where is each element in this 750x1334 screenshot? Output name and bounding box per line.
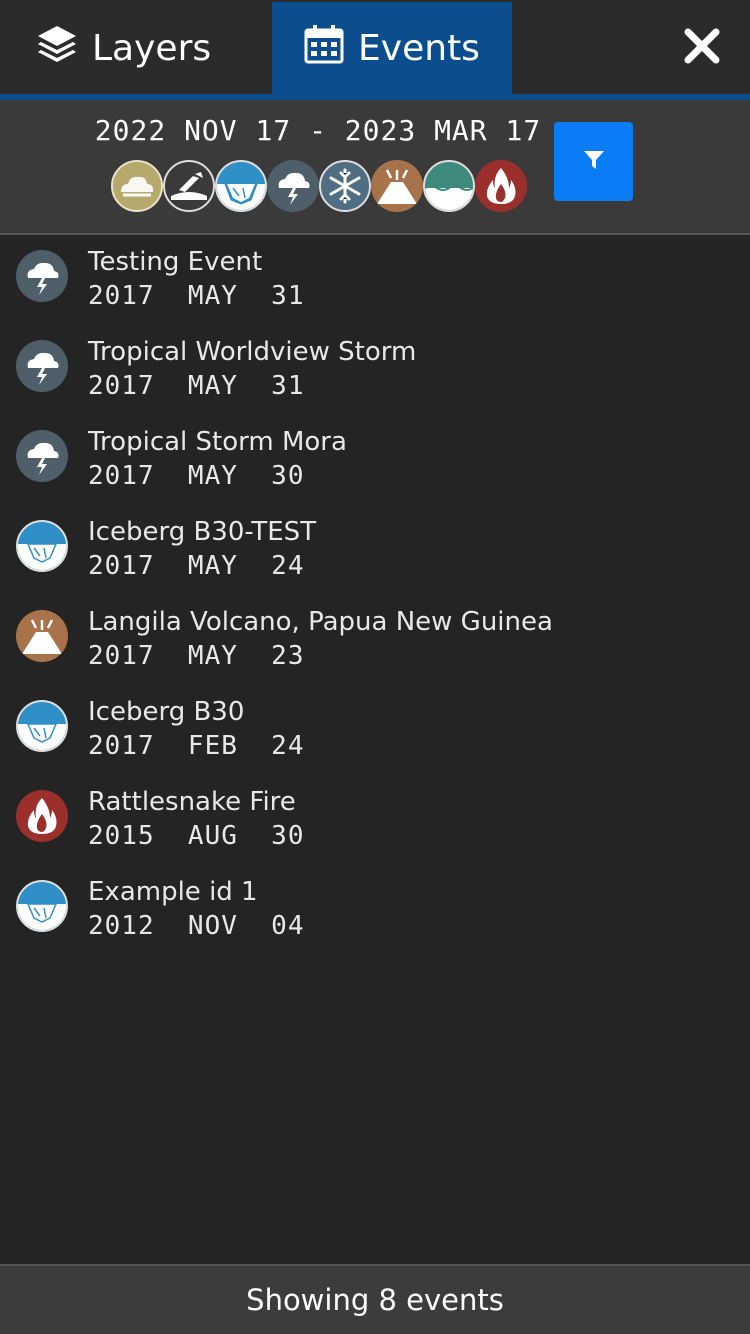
event-date: 2017 MAY 31 [88,371,305,401]
list-item[interactable]: Langila Volcano, Papua New Guinea 2017 M… [0,595,750,685]
event-date: 2017 MAY 31 [88,281,305,311]
list-item[interactable]: Rattlesnake Fire 2015 AUG 30 [0,775,750,865]
event-title: Tropical Storm Mora [88,427,347,457]
event-date: 2017 FEB 24 [88,731,305,761]
tab-bar: Layers Events [0,0,750,94]
event-title: Rattlesnake Fire [88,787,296,817]
filter-bar: 2022 NOV 17 - 2023 MAR 17 [0,100,750,235]
list-item[interactable]: Iceberg B30 2017 FEB 24 [0,685,750,775]
severe-storms-icon [16,340,68,392]
wildfires-icon [16,790,68,842]
event-title: Tropical Worldview Storm [88,337,417,367]
filter-icon [582,148,606,176]
tab-events-label: Events [358,27,480,69]
sea-lake-ice-icon [215,160,267,212]
list-item[interactable]: Tropical Storm Mora 2017 MAY 30 [0,415,750,505]
wildfires-icon [475,160,527,212]
volcano-icon [16,610,68,662]
tab-layers[interactable]: Layers [36,2,211,94]
events-count-footer: Showing 8 events [0,1264,750,1334]
severe-storms-icon [267,160,319,212]
filter-button[interactable] [554,122,633,201]
event-title: Langila Volcano, Papua New Guinea [88,607,553,637]
sea-lake-ice-icon [16,520,68,572]
list-item[interactable]: Testing Event 2017 MAY 31 [0,235,750,325]
dust-haze-icon [111,160,163,212]
tab-events[interactable]: Events [272,2,512,94]
close-icon[interactable] [682,26,722,66]
volcano-icon [371,160,423,212]
sea-lake-ice-icon [16,880,68,932]
event-date: 2015 AUG 30 [88,821,305,851]
manmade-icon [163,160,215,212]
water-color-icon [423,160,475,212]
event-title: Testing Event [88,247,263,277]
event-title: Example id 1 [88,877,258,907]
snow-icon [319,160,371,212]
layers-icon [36,24,78,73]
sea-lake-ice-icon [16,700,68,752]
event-date: 2017 MAY 24 [88,551,305,581]
date-range[interactable]: 2022 NOV 17 - 2023 MAR 17 [0,114,636,147]
event-date: 2017 MAY 23 [88,641,305,671]
list-item[interactable]: Example id 1 2012 NOV 04 [0,865,750,955]
list-item[interactable]: Iceberg B30-TEST 2017 MAY 24 [0,505,750,595]
calendar-icon [304,24,344,73]
tab-layers-label: Layers [92,27,212,69]
severe-storms-icon [16,430,68,482]
event-date: 2017 MAY 30 [88,461,305,491]
event-date: 2012 NOV 04 [88,911,305,941]
event-title: Iceberg B30-TEST [88,517,317,547]
event-title: Iceberg B30 [88,697,245,727]
list-item[interactable]: Tropical Worldview Storm 2017 MAY 31 [0,325,750,415]
severe-storms-icon [16,250,68,302]
